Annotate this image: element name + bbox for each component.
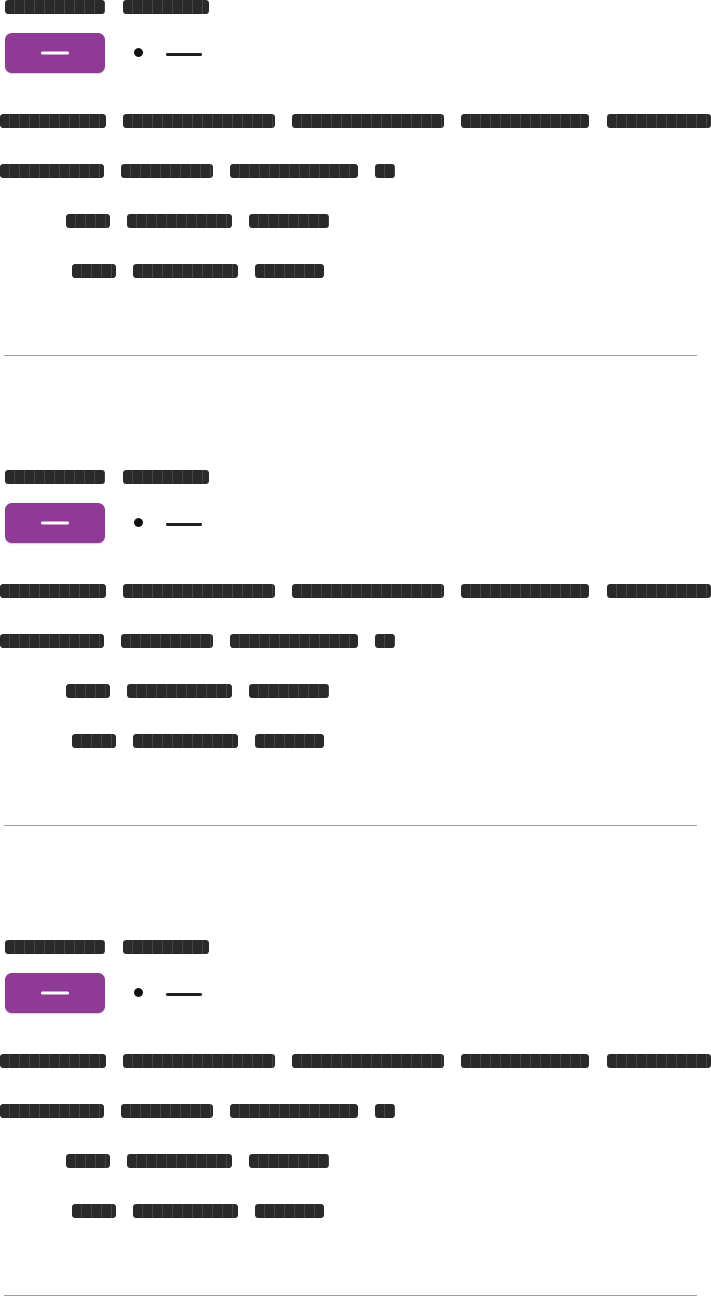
- body-text: [607, 1054, 711, 1068]
- body-text: [230, 164, 358, 178]
- body-text: [121, 164, 213, 178]
- card-title-part-2: [123, 940, 209, 954]
- body-text: [0, 1054, 106, 1068]
- body-text: [249, 684, 329, 698]
- body-text: [0, 584, 106, 598]
- body-text: [461, 584, 589, 598]
- body-text: [127, 1154, 232, 1168]
- body-text: [0, 634, 104, 648]
- body-text: [66, 1154, 110, 1168]
- body-text: [292, 114, 444, 128]
- body-text: [461, 1054, 589, 1068]
- body-text: [255, 1204, 324, 1218]
- body-text: [607, 584, 711, 598]
- body-text: [292, 584, 444, 598]
- body-text: [249, 214, 329, 228]
- body-text: [230, 634, 358, 648]
- body-text: [72, 734, 116, 748]
- card-title-part-1: [5, 470, 105, 484]
- body-text: [375, 1104, 395, 1118]
- body-text: [121, 634, 213, 648]
- action-button[interactable]: [5, 973, 105, 1013]
- body-text: [66, 684, 110, 698]
- status-text: [166, 523, 202, 526]
- body-text: [249, 1154, 329, 1168]
- body-text: [127, 684, 232, 698]
- body-text: [133, 734, 238, 748]
- body-text: [72, 1204, 116, 1218]
- body-text: [375, 164, 395, 178]
- body-text: [375, 634, 395, 648]
- action-button[interactable]: [5, 33, 105, 73]
- body-text: [255, 264, 324, 278]
- card-title-part-1: [5, 0, 105, 14]
- body-text: [230, 1104, 358, 1118]
- action-button-label: [41, 51, 69, 55]
- action-button-label: [41, 521, 69, 525]
- body-text: [292, 1054, 444, 1068]
- body-text: [607, 114, 711, 128]
- card-title-part-1: [5, 940, 105, 954]
- card: [0, 940, 711, 1300]
- body-text: [461, 114, 589, 128]
- action-button-label: [41, 991, 69, 995]
- bullet-icon: [134, 518, 143, 527]
- body-text: [123, 584, 275, 598]
- body-text: [121, 1104, 213, 1118]
- body-text: [133, 264, 238, 278]
- bullet-icon: [134, 988, 143, 997]
- divider: [4, 355, 697, 356]
- body-text: [0, 164, 104, 178]
- body-text: [66, 214, 110, 228]
- divider: [4, 1295, 697, 1296]
- body-text: [123, 1054, 275, 1068]
- card-title-part-2: [123, 0, 209, 14]
- body-text: [133, 1204, 238, 1218]
- body-text: [123, 114, 275, 128]
- card: [0, 0, 711, 360]
- action-button[interactable]: [5, 503, 105, 543]
- status-text: [166, 993, 202, 996]
- body-text: [127, 214, 232, 228]
- body-text: [72, 264, 116, 278]
- status-text: [166, 53, 202, 56]
- card: [0, 470, 711, 830]
- card-title-part-2: [123, 470, 209, 484]
- divider: [4, 825, 697, 826]
- bullet-icon: [134, 48, 143, 57]
- body-text: [255, 734, 324, 748]
- body-text: [0, 114, 106, 128]
- body-text: [0, 1104, 104, 1118]
